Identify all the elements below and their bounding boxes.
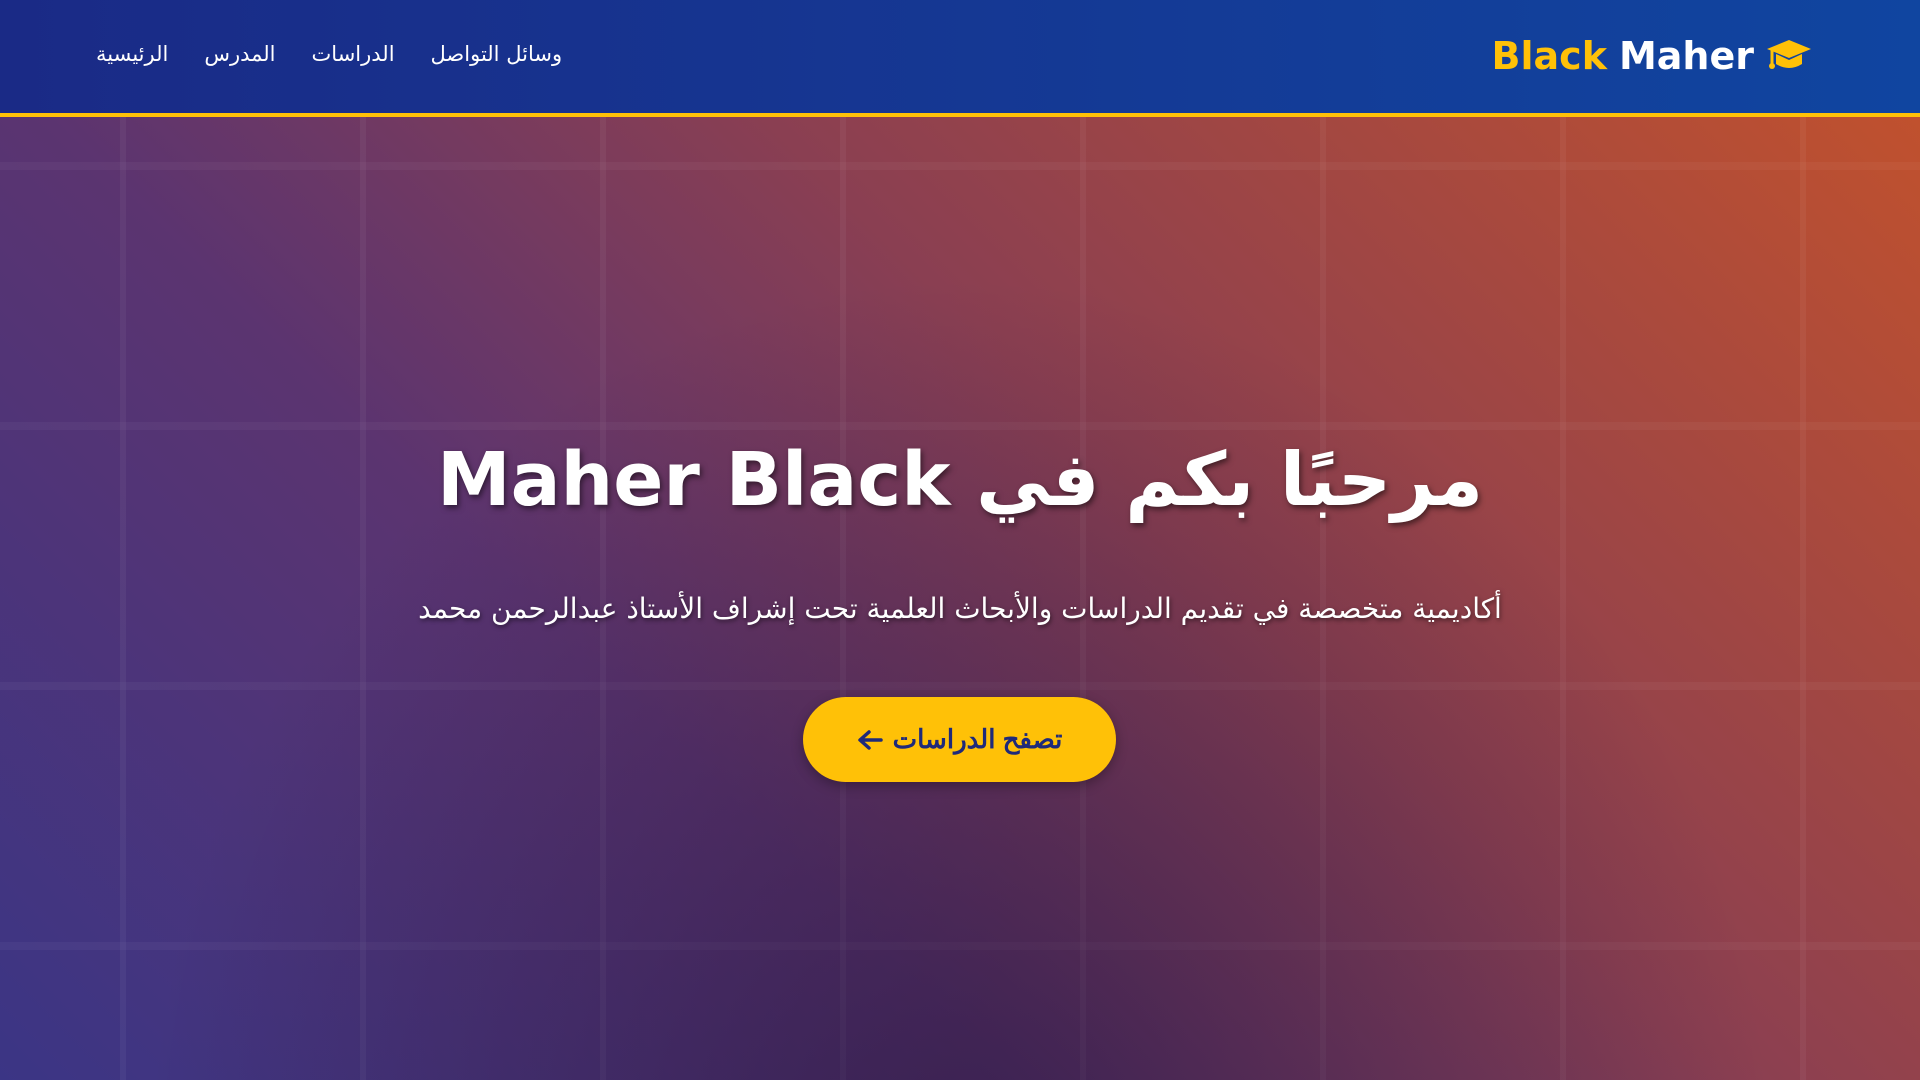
logo-part1: Black xyxy=(1491,34,1607,78)
graduation-cap-icon xyxy=(1767,40,1811,69)
main-nav: الرئيسية المدرس الدراسات وسائل التواصل xyxy=(96,42,562,66)
nav-studies[interactable]: الدراسات xyxy=(312,42,395,66)
nav-teacher[interactable]: المدرس xyxy=(204,42,275,66)
hero-section: مرحبًا بكم في Maher Black أكاديمية متخصص… xyxy=(0,117,1920,1080)
nav-home[interactable]: الرئيسية xyxy=(96,42,168,66)
logo-part2: Maher xyxy=(1618,34,1754,78)
logo[interactable]: Black Maher xyxy=(1492,34,1812,78)
hero-title: مرحبًا بكم في Maher Black xyxy=(436,437,1484,523)
hero-subtitle: أكاديمية متخصصة في تقديم الدراسات والأبح… xyxy=(418,592,1502,625)
nav-social[interactable]: وسائل التواصل xyxy=(431,42,563,66)
button-label: تصفح الدراسات xyxy=(892,724,1063,754)
arrow-left-icon xyxy=(857,729,883,750)
browse-studies-button[interactable]: تصفح الدراسات xyxy=(803,697,1116,782)
header: Black Maher الرئيسية المدرس الدراسات وسا… xyxy=(0,0,1920,117)
